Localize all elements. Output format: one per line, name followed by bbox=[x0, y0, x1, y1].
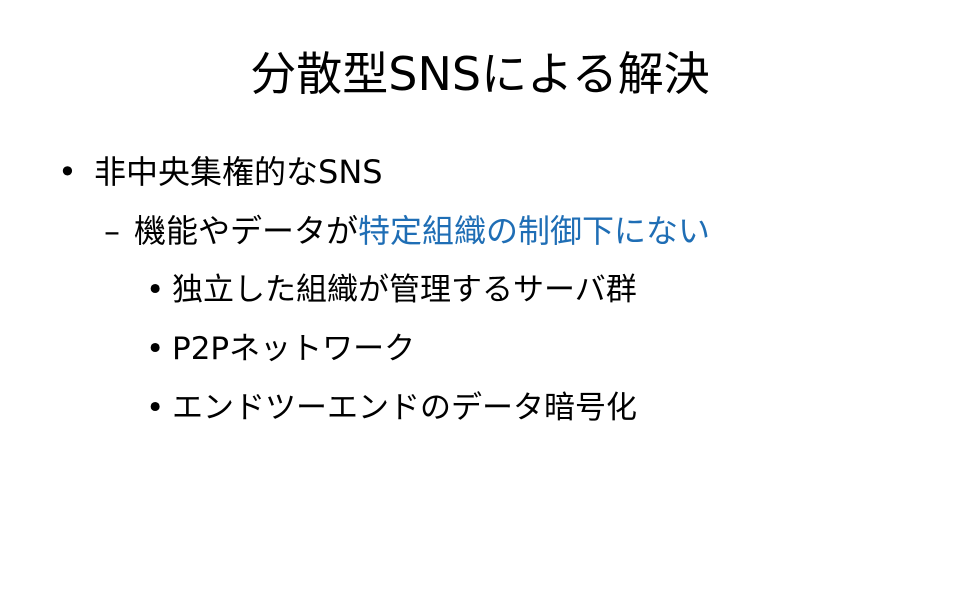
bullet-level3: • エンドツーエンドのデータ暗号化 bbox=[146, 388, 637, 428]
bullet-text: 非中央集権的なSNS bbox=[94, 153, 383, 191]
bullet-level3: • P2Pネットワーク bbox=[146, 329, 415, 369]
bullet-text: 独立した組織が管理するサーバ群 bbox=[172, 272, 637, 308]
bullet-text: エンドツーエンドのデータ暗号化 bbox=[172, 390, 637, 426]
slide-body: • 非中央集権的なSNS – 機能やデータが特定組織の制御下にない • 独立した組織が… bbox=[0, 0, 960, 600]
bullet-level2: – 機能やデータが特定組織の制御下にない bbox=[104, 211, 710, 251]
bullet-level1: • 非中央集権的なSNS bbox=[58, 152, 383, 192]
bullet-marker: • bbox=[58, 153, 77, 191]
bullet-text: P2Pネットワーク bbox=[172, 331, 416, 367]
bullet-marker: • bbox=[146, 272, 165, 308]
dash-marker: – bbox=[104, 212, 120, 250]
bullet-marker: • bbox=[146, 331, 165, 367]
slide: 分散型SNSによる解決 • 非中央集権的なSNS – 機能やデータが特定組織の制御下… bbox=[0, 0, 960, 600]
bullet-marker: • bbox=[146, 390, 165, 426]
bullet-level3: • 独立した組織が管理するサーバ群 bbox=[146, 270, 637, 310]
bullet-text-plain: 機能やデータが bbox=[134, 212, 359, 250]
bullet-text-highlight: 特定組織の制御下にない bbox=[358, 212, 711, 250]
